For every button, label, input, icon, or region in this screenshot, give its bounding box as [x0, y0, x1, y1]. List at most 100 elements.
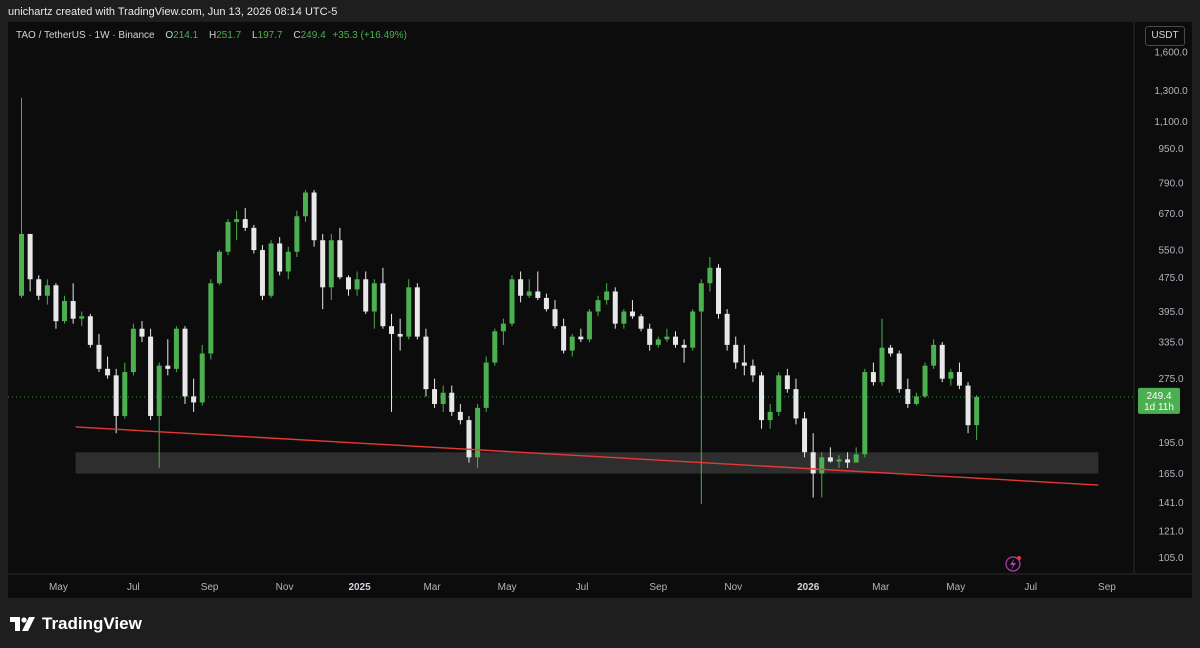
- candle-body: [389, 326, 395, 334]
- candle-body: [905, 389, 911, 404]
- bar-countdown: 1d 11h: [1144, 402, 1174, 413]
- candle-body: [354, 279, 360, 290]
- candle-body: [698, 283, 704, 312]
- candle-body: [509, 279, 515, 324]
- candle-body: [337, 240, 343, 278]
- candle-body: [518, 279, 524, 296]
- candle-body: [148, 336, 154, 416]
- candle-body: [79, 316, 85, 319]
- candle-body: [888, 347, 894, 354]
- candle-body: [638, 316, 644, 329]
- candle-body: [277, 243, 283, 272]
- candle-body: [53, 285, 59, 322]
- candle-body: [259, 250, 265, 296]
- candle-body: [251, 227, 257, 251]
- candle-body: [896, 353, 902, 390]
- candle-body: [122, 372, 128, 416]
- open-value: 214.1: [173, 30, 199, 41]
- currency-button[interactable]: USDT: [1145, 26, 1185, 46]
- candle-body: [414, 287, 420, 337]
- candle-body: [406, 287, 412, 337]
- price-tick-label: 670.0: [1158, 209, 1183, 220]
- candle-body: [647, 328, 653, 345]
- candle-body: [526, 291, 532, 296]
- candle-body: [199, 353, 205, 403]
- price-tick-label: 1,100.0: [1154, 117, 1188, 128]
- price-tick-label: 165.0: [1158, 469, 1183, 480]
- candle-body: [216, 251, 222, 284]
- open-label: O: [165, 30, 174, 41]
- candle-body: [836, 459, 842, 462]
- time-tick-label: May: [498, 582, 517, 593]
- candle-body: [819, 457, 825, 474]
- candle-body: [483, 362, 489, 408]
- price-tick-label: 1,600.0: [1154, 47, 1188, 58]
- change-value: +35.3 (+16.49%): [332, 30, 407, 41]
- candle-body: [827, 457, 833, 462]
- candle-body: [552, 309, 558, 327]
- candle-body: [423, 336, 429, 390]
- price-tick-label: 121.0: [1158, 527, 1183, 538]
- candle-body: [956, 372, 962, 386]
- candle-body: [733, 344, 739, 363]
- candle-body: [621, 311, 627, 324]
- price-tick-label: 275.0: [1158, 374, 1183, 385]
- candle-body: [500, 323, 506, 332]
- candle-body: [690, 311, 696, 348]
- time-tick-label: 2025: [348, 582, 371, 593]
- candle-body: [681, 344, 687, 348]
- candle-body: [130, 328, 136, 373]
- candle-body: [457, 411, 463, 421]
- high-value: 251.7: [216, 30, 242, 41]
- time-tick-label: 2026: [797, 582, 820, 593]
- candle-body: [449, 392, 455, 412]
- candle-body: [70, 301, 76, 319]
- candle-body: [543, 297, 549, 310]
- candle-body: [922, 365, 928, 397]
- candle-body: [561, 326, 567, 351]
- time-tick-label: Nov: [724, 582, 742, 593]
- tradingview-logo-icon: [10, 617, 35, 631]
- candle-body: [302, 192, 308, 217]
- close-label: C: [293, 30, 301, 41]
- time-tick-label: Jul: [1024, 582, 1037, 593]
- candle-body: [371, 283, 377, 312]
- candle-body: [750, 365, 756, 376]
- candle-body: [208, 283, 214, 354]
- candle-body: [311, 192, 317, 241]
- time-tick-label: Jul: [127, 582, 140, 593]
- chart-panel[interactable]: 1,600.0 1,300.0 1,100.0 950.0 790.0 670.0 550.…: [8, 22, 1192, 598]
- candle-body: [320, 240, 326, 288]
- candle-body: [105, 368, 111, 376]
- candle-body: [191, 396, 197, 403]
- low-value: 197.7: [257, 30, 283, 41]
- candle-body: [492, 331, 498, 363]
- candle-body: [234, 219, 240, 222]
- candle-body: [879, 347, 885, 383]
- candle-body: [242, 219, 248, 228]
- candle-body: [931, 344, 937, 366]
- price-tick-label: 790.0: [1158, 178, 1183, 189]
- candle-body: [27, 233, 33, 280]
- candle-body: [113, 375, 119, 416]
- symbol-name: TAO / TetherUS · 1W · Binance: [16, 30, 155, 41]
- tradingview-logo[interactable]: TradingView: [10, 614, 142, 634]
- candle-body: [173, 328, 179, 369]
- price-tick-label: 195.0: [1158, 438, 1183, 449]
- candle-body: [595, 300, 601, 312]
- candle-body: [853, 454, 859, 463]
- candle-body: [707, 267, 713, 284]
- time-tick-label: May: [49, 582, 68, 593]
- candle-body: [294, 216, 300, 252]
- candle-body: [19, 233, 25, 296]
- candle-body: [440, 392, 446, 404]
- price-tick-label: 141.0: [1158, 498, 1183, 509]
- last-price-value: 249.4: [1146, 391, 1171, 402]
- candle-body: [139, 328, 145, 337]
- candle-body: [578, 336, 584, 340]
- candle-body: [432, 389, 438, 404]
- candle-body: [328, 240, 334, 288]
- candle-body: [776, 375, 782, 412]
- candlestick-chart[interactable]: 1,600.0 1,300.0 1,100.0 950.0 790.0 670.0 550.…: [8, 22, 1192, 598]
- candle-body: [268, 243, 274, 296]
